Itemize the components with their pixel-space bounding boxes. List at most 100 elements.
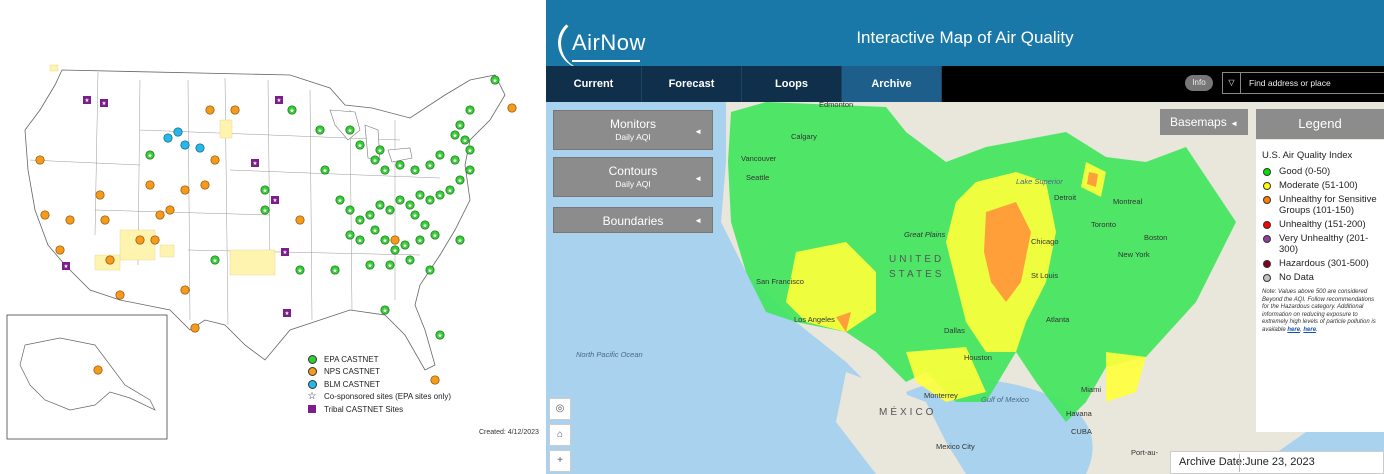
co-sponsored-star-icon: ★ (412, 167, 417, 174)
co-sponsored-star-icon: ★ (377, 202, 382, 209)
legend-label: Tribal CASTNET Sites (324, 404, 404, 414)
boundaries-button[interactable]: Boundaries ◄ (553, 207, 713, 233)
map-place-label: Toronto (1091, 220, 1116, 229)
legend-symbol-icon (306, 367, 318, 377)
monitors-title: Monitors (609, 117, 656, 131)
legend-label: EPA CASTNET (324, 354, 379, 364)
map-place-label: MÉXICO (879, 405, 936, 418)
info-button[interactable]: Info (1185, 75, 1213, 91)
tribal-star-icon: ★ (273, 197, 278, 204)
aqi-category-label: Good (0-50) (1279, 166, 1331, 177)
co-sponsored-star-icon: ★ (337, 197, 342, 204)
co-sponsored-star-icon: ★ (462, 137, 467, 144)
basemaps-button[interactable]: Basemaps ◄ (1160, 109, 1248, 135)
archive-label: Archive Date: (1179, 456, 1246, 468)
nps-site-marker (105, 255, 115, 265)
map-place-label: STATES (889, 269, 944, 280)
co-sponsored-star-icon: ★ (422, 222, 427, 229)
co-sponsored-star-icon: ★ (347, 232, 352, 239)
locate-icon[interactable]: ◎ (549, 398, 571, 420)
map-place-label: Chicago (1031, 237, 1059, 246)
nps-site-marker (55, 245, 65, 255)
legend-button[interactable]: Legend (1256, 109, 1384, 139)
nps-site-marker (210, 155, 220, 165)
archive-date: June 23, 2023 (1245, 456, 1315, 468)
boundaries-title: Boundaries (602, 214, 664, 228)
tribal-star-icon: ★ (102, 100, 107, 107)
tab-forecast[interactable]: Forecast (642, 66, 742, 102)
aqi-color-dot-icon (1263, 182, 1271, 190)
co-sponsored-star-icon: ★ (382, 237, 387, 244)
co-sponsored-star-icon: ★ (452, 132, 457, 139)
page-title: Interactive Map of Air Quality (856, 28, 1074, 47)
castnet-legend-item: BLM CASTNET (306, 378, 451, 391)
co-sponsored-star-icon: ★ (317, 127, 322, 134)
castnet-legend-item: NPS CASTNET (306, 366, 451, 379)
legend-note-text: Note: Values above 500 are considered Be… (1262, 289, 1376, 333)
legend-symbol-icon: ☆ (307, 391, 317, 403)
aqi-category-label: No Data (1279, 272, 1314, 283)
map-place-label: St Louis (1031, 271, 1058, 280)
nps-site-marker (145, 180, 155, 190)
basemaps-label: Basemaps (1170, 115, 1227, 129)
archive-date-box[interactable]: Archive Date: June 23, 2023 (1170, 451, 1384, 474)
aqi-category-label: Unhealthy (151-200) (1279, 219, 1366, 230)
monitors-button[interactable]: Monitors Daily AQI ◄ (553, 110, 713, 150)
co-sponsored-star-icon: ★ (417, 192, 422, 199)
aqi-category-item: Very Unhealthy (201-300) (1262, 233, 1384, 255)
co-sponsored-star-icon: ★ (467, 167, 472, 174)
co-sponsored-star-icon: ★ (437, 332, 442, 339)
co-sponsored-star-icon: ★ (407, 257, 412, 264)
collapse-arrow-icon: ◄ (694, 127, 702, 136)
co-sponsored-star-icon: ★ (452, 157, 457, 164)
note-link-1[interactable]: here (1287, 327, 1300, 333)
co-sponsored-star-icon: ★ (357, 217, 362, 224)
co-sponsored-star-icon: ★ (262, 207, 267, 214)
co-sponsored-star-icon: ★ (457, 177, 462, 184)
co-sponsored-star-icon: ★ (402, 242, 407, 249)
co-sponsored-star-icon: ★ (387, 207, 392, 214)
co-sponsored-star-icon: ★ (347, 127, 352, 134)
co-sponsored-star-icon: ★ (147, 152, 152, 159)
castnet-legend-item: Tribal CASTNET Sites (306, 403, 451, 416)
aqi-category-item: No Data (1262, 272, 1384, 283)
map-place-label: Monterrey (924, 391, 958, 400)
legend-label: Co-sponsored sites (EPA sites only) (324, 392, 452, 402)
search-input[interactable]: ▽ Find address or place (1222, 72, 1384, 94)
contours-subtitle: Daily AQI (615, 179, 651, 189)
map-place-label: Dallas (944, 326, 965, 335)
co-sponsored-star-icon: ★ (357, 237, 362, 244)
map-place-label: CUBA (1071, 427, 1092, 436)
zoom-in-icon[interactable]: + (549, 450, 571, 472)
castnet-legend: EPA CASTNET NPS CASTNET BLM CASTNET ☆ Co-spo… (306, 353, 451, 416)
legend-title: U.S. Air Quality Index (1262, 150, 1353, 161)
aqi-category-item: Moderate (51-100) (1262, 180, 1384, 191)
aqi-color-dot-icon (1263, 235, 1271, 243)
home-icon[interactable]: ⌂ (549, 424, 571, 446)
aqi-category-item: Good (0-50) (1262, 166, 1384, 177)
chevron-down-icon[interactable]: ▽ (1223, 73, 1241, 93)
map-place-label: UNITED (889, 254, 944, 265)
nps-site-marker (95, 190, 105, 200)
aqi-category-item: Unhealthy (151-200) (1262, 219, 1384, 230)
castnet-legend-item: ☆ Co-sponsored sites (EPA sites only) (306, 391, 452, 404)
note-link-2[interactable]: here (1303, 327, 1316, 333)
nps-site-marker (390, 235, 400, 245)
tab-archive[interactable]: Archive (842, 66, 942, 102)
map-place-label: Calgary (791, 132, 817, 141)
nps-site-marker (507, 103, 517, 113)
contours-button[interactable]: Contours Daily AQI ◄ (553, 157, 713, 197)
logo-underline (572, 60, 640, 62)
aqi-category-label: Moderate (51-100) (1279, 180, 1358, 191)
map-place-label: North Pacific Ocean (576, 350, 643, 359)
tab-current[interactable]: Current (546, 66, 642, 102)
co-sponsored-star-icon: ★ (382, 167, 387, 174)
co-sponsored-star-icon: ★ (457, 237, 462, 244)
aqi-category-label: Very Unhealthy (201-300) (1279, 233, 1369, 255)
tab-loops[interactable]: Loops (742, 66, 842, 102)
co-sponsored-star-icon: ★ (492, 77, 497, 84)
nps-site-marker (150, 235, 160, 245)
nps-site-marker (65, 215, 75, 225)
nps-site-marker (165, 205, 175, 215)
search-placeholder: Find address or place (1249, 78, 1331, 88)
